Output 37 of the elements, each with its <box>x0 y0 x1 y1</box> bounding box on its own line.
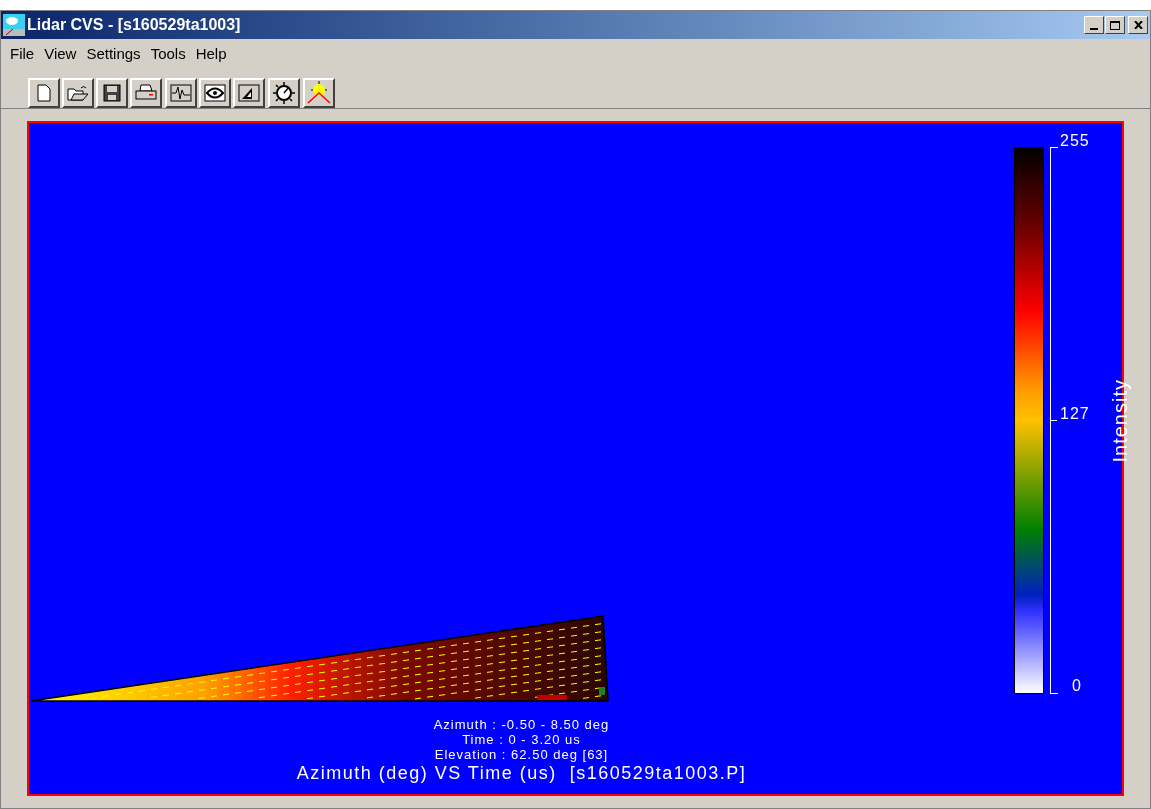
menu-item[interactable]: Tools <box>147 42 189 66</box>
app-icon <box>3 14 25 36</box>
menu-item[interactable]: File <box>7 42 38 66</box>
plot-info-text: Elevation : 62.50 deg [63] <box>434 747 609 762</box>
colorbar-tick-label: 127 <box>1060 404 1090 423</box>
open-folder-button[interactable] <box>62 78 94 108</box>
minimize-button[interactable] <box>1084 16 1104 34</box>
plot-title: Azimuth (deg) VS Time (us) [s160529ta1003.P] <box>296 762 747 784</box>
menu-item[interactable]: View <box>41 42 80 66</box>
menu-item[interactable]: Settings <box>83 42 144 66</box>
minimize-icon <box>1090 28 1098 30</box>
plot-info-text: Azimuth : -0.50 - 8.50 deg <box>433 717 610 732</box>
menu-item[interactable]: Help <box>192 42 230 66</box>
maximize-button[interactable] <box>1105 16 1125 34</box>
print-button[interactable] <box>130 78 162 108</box>
folder-icon <box>67 85 89 101</box>
dial-button[interactable] <box>268 78 300 108</box>
eye-button[interactable] <box>199 78 231 108</box>
plot-info-text: Time : 0 - 3.20 us <box>462 732 581 747</box>
window-title: Lidar CVS - [s160529ta1003] <box>27 15 241 35</box>
close-icon <box>1133 21 1143 29</box>
new-file-icon <box>37 84 51 102</box>
colorbar-tick-label: 0 <box>1072 677 1083 695</box>
printer-icon <box>134 84 158 102</box>
waveform-button[interactable] <box>165 78 197 108</box>
light-icon <box>306 81 332 105</box>
eye-icon <box>204 84 226 102</box>
light-button[interactable] <box>303 78 335 108</box>
waveform-icon <box>170 84 192 102</box>
save-button[interactable] <box>96 78 128 108</box>
colorbar-tick-label: 255 <box>1060 132 1090 150</box>
maximize-icon <box>1110 20 1120 30</box>
dial-icon <box>272 81 296 105</box>
close-button[interactable] <box>1128 16 1148 34</box>
new-file-button[interactable] <box>28 78 60 108</box>
triangle-button[interactable] <box>233 78 265 108</box>
colorbar-label: Intensity <box>1107 378 1132 463</box>
